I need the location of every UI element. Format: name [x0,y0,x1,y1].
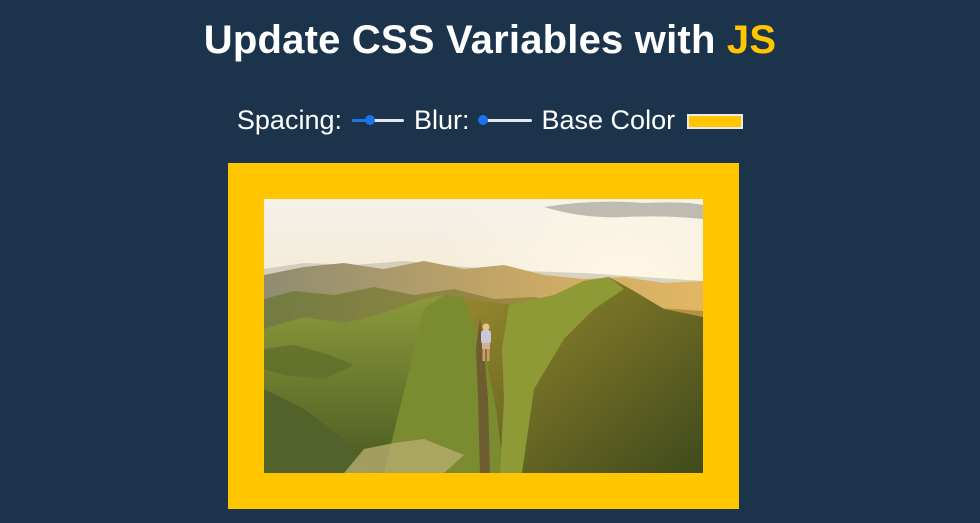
blur-slider[interactable] [478,113,532,127]
title-highlight: JS [726,18,777,62]
spacing-label: Spacing: [236,104,342,135]
page-title: Update CSS Variables with JS [0,18,980,63]
page: Update CSS Variables with JS Spacing: Bl… [0,0,980,523]
spacing-slider-thumb[interactable] [365,115,376,125]
blur-label: Blur: [413,104,470,135]
controls-bar: Spacing: Blur: Base Color [0,100,980,140]
base-color-picker[interactable] [687,114,744,129]
mountain-photo [264,199,703,473]
title-text: Update CSS Variables with [203,18,727,62]
base-color-label: Base Color [541,104,676,135]
blur-slider-thumb[interactable] [478,115,489,125]
image-frame [228,163,739,509]
spacing-slider[interactable] [351,113,404,127]
